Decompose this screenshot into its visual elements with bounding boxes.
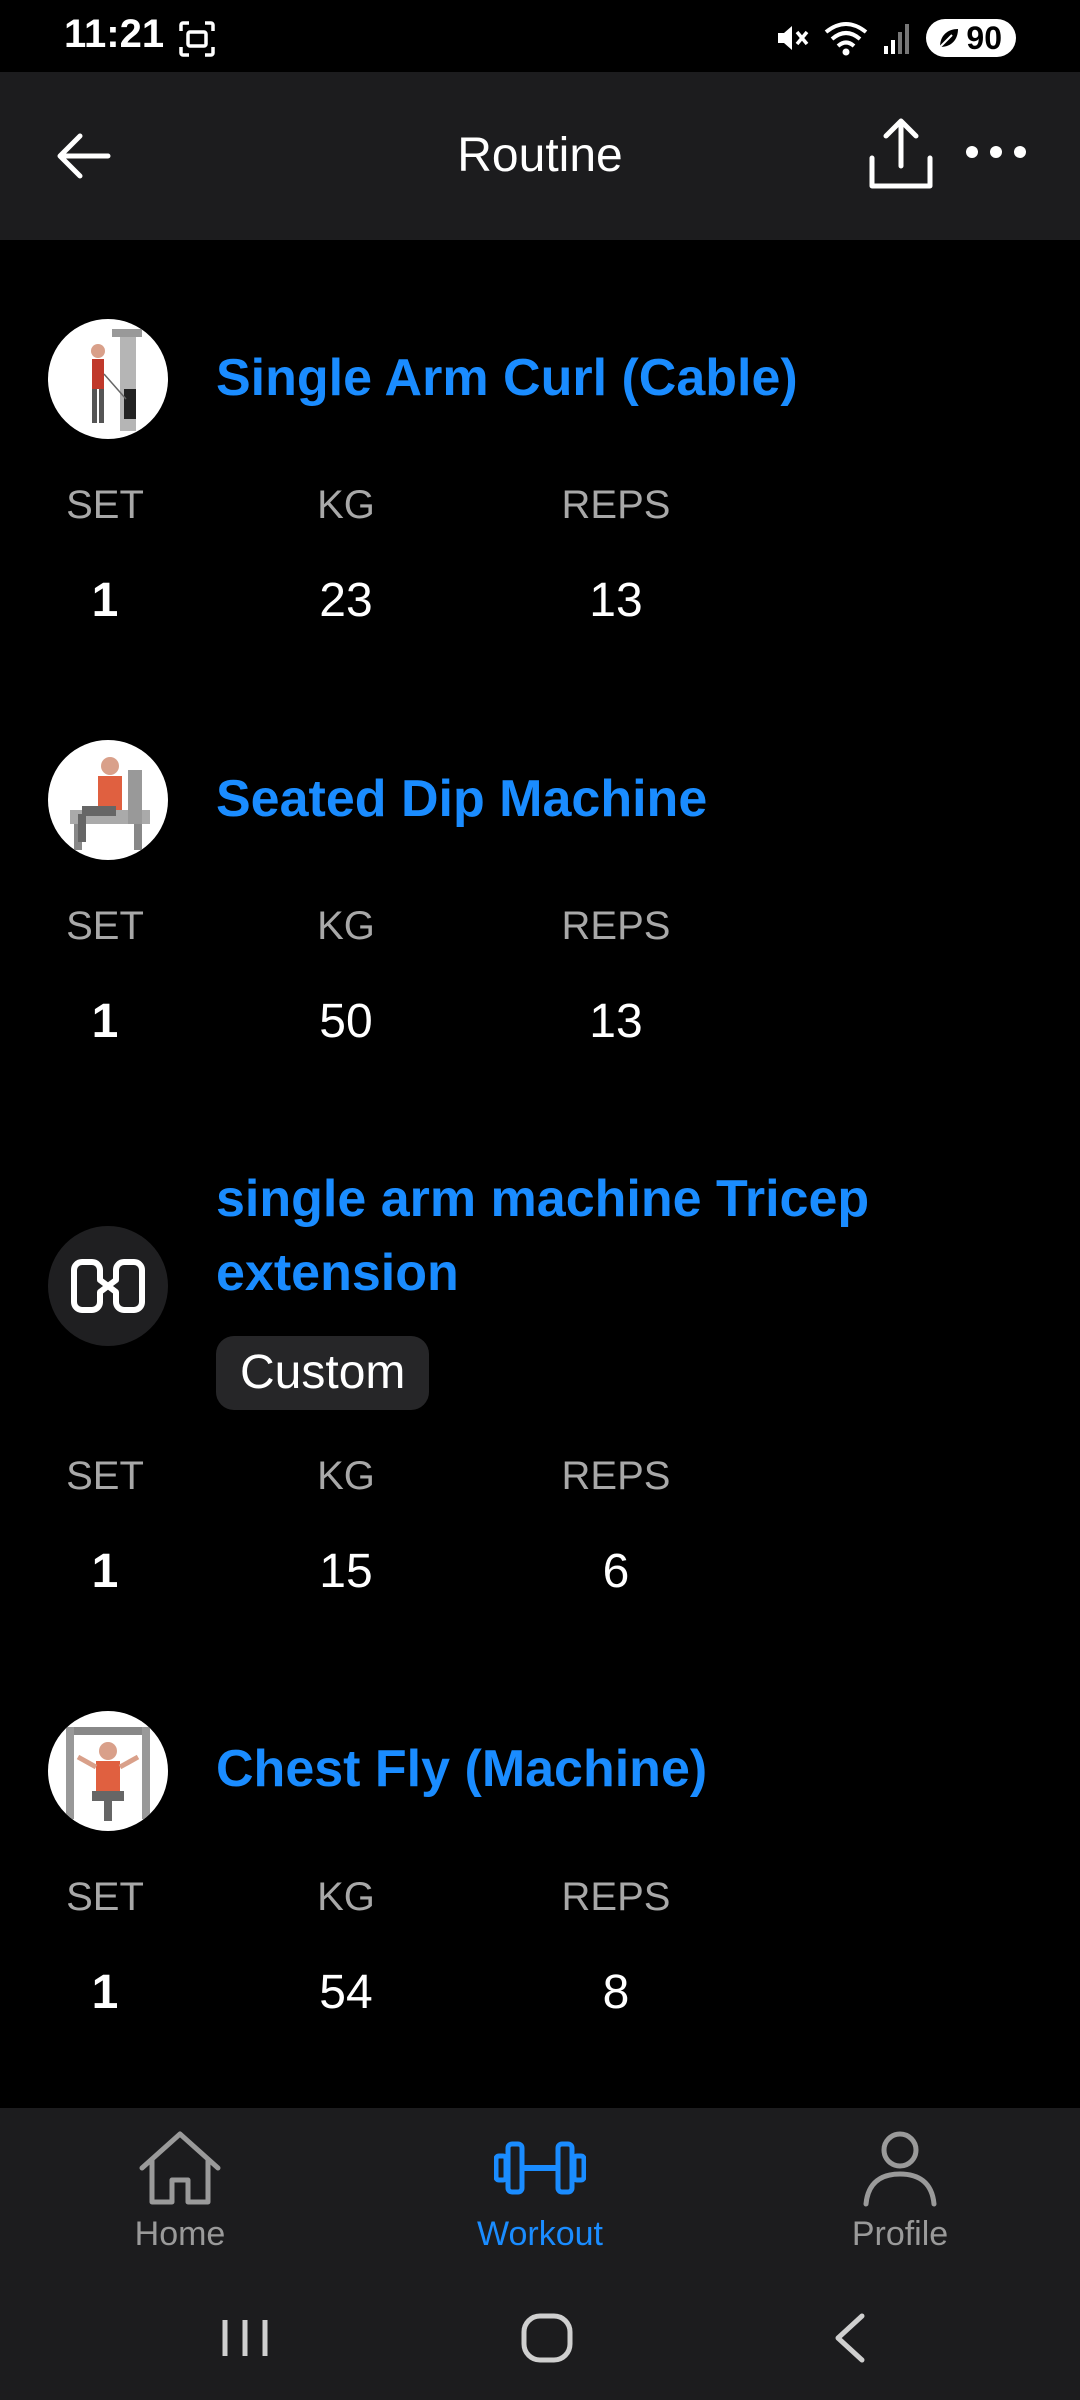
home-icon — [139, 2131, 221, 2205]
reps-value: 8 — [602, 1966, 630, 2019]
home-button-icon[interactable] — [512, 2306, 582, 2370]
exercise-thumbnail[interactable] — [48, 319, 168, 439]
screenshot-icon — [179, 21, 215, 57]
nav-item-home[interactable]: Home — [60, 2128, 300, 2256]
nav-label-home: Home — [134, 2215, 226, 2253]
weight-value: 50 — [319, 995, 373, 1048]
nav-label-workout: Workout — [477, 2215, 603, 2253]
weight-value: 15 — [319, 1545, 373, 1598]
bottom-navigation: Home Workout Profile — [0, 2108, 1080, 2276]
dumbbell-icon — [494, 2141, 586, 2195]
custom-exercise-icon — [71, 1259, 145, 1313]
chest-fly-illustration — [66, 1727, 150, 1821]
reps-value: 13 — [589, 995, 643, 1048]
reps-value: 13 — [589, 574, 643, 627]
battery-saver-icon — [939, 29, 959, 48]
set-number: 1 — [91, 995, 119, 1048]
more-options-icon[interactable] — [964, 132, 1028, 172]
weight-value: 23 — [319, 574, 373, 627]
set-number: 1 — [91, 1545, 119, 1598]
reps-column-header: REPS — [561, 1454, 671, 1498]
mute-icon — [778, 26, 809, 50]
exercise-title[interactable]: Chest Fly (Machine) — [216, 1732, 707, 1806]
kg-column-header: KG — [317, 1454, 375, 1498]
nav-label-profile: Profile — [851, 2215, 949, 2253]
status-icons: 90 — [774, 18, 1016, 58]
set-column-header: SET — [66, 1454, 144, 1498]
exercise-title-line1[interactable]: single arm machine Tricep — [216, 1162, 869, 1236]
reps-value: 6 — [602, 1545, 630, 1598]
battery-level: 90 — [966, 19, 1002, 56]
kg-column-header: KG — [317, 904, 375, 948]
reps-column-header: REPS — [561, 483, 671, 527]
system-back-icon[interactable] — [816, 2306, 886, 2370]
set-column-header: SET — [66, 483, 144, 527]
set-number: 1 — [91, 574, 119, 627]
recent-apps-icon[interactable] — [210, 2306, 280, 2370]
reps-column-header: REPS — [561, 904, 671, 948]
status-bar: 11:21 90 — [0, 0, 1080, 72]
set-column-header: SET — [66, 1875, 144, 1919]
custom-tag: Custom — [216, 1336, 430, 1410]
kg-column-header: KG — [317, 483, 375, 527]
weight-value: 54 — [319, 1966, 373, 2019]
set-number: 1 — [91, 1966, 119, 2019]
routine-exercise-list: Single Arm Curl (Cable) SET KG REPS 1 23… — [0, 240, 1080, 2108]
exercise-thumbnail[interactable] — [48, 740, 168, 860]
system-navigation-bar — [0, 2276, 1080, 2400]
cable-curl-illustration — [91, 329, 142, 431]
signal-icon — [884, 24, 910, 54]
exercise-title[interactable]: Single Arm Curl (Cable) — [216, 341, 798, 415]
share-icon[interactable] — [866, 116, 936, 192]
nav-item-profile[interactable]: Profile — [780, 2128, 1020, 2256]
battery-indicator: 90 — [926, 19, 1016, 57]
profile-icon — [863, 2131, 937, 2207]
exercise-title-line2[interactable]: extension — [216, 1236, 459, 1310]
kg-column-header: KG — [317, 1875, 375, 1919]
nav-item-workout[interactable]: Workout — [420, 2128, 660, 2256]
exercise-thumbnail[interactable] — [48, 1711, 168, 1831]
exercise-title[interactable]: Seated Dip Machine — [216, 762, 707, 836]
reps-column-header: REPS — [561, 1875, 671, 1919]
set-column-header: SET — [66, 904, 144, 948]
seated-dip-illustration — [70, 757, 150, 850]
wifi-icon — [825, 22, 868, 56]
exercise-thumbnail[interactable] — [48, 1226, 168, 1346]
app-header: Routine — [0, 72, 1080, 240]
status-time: 11:21 — [64, 12, 165, 56]
